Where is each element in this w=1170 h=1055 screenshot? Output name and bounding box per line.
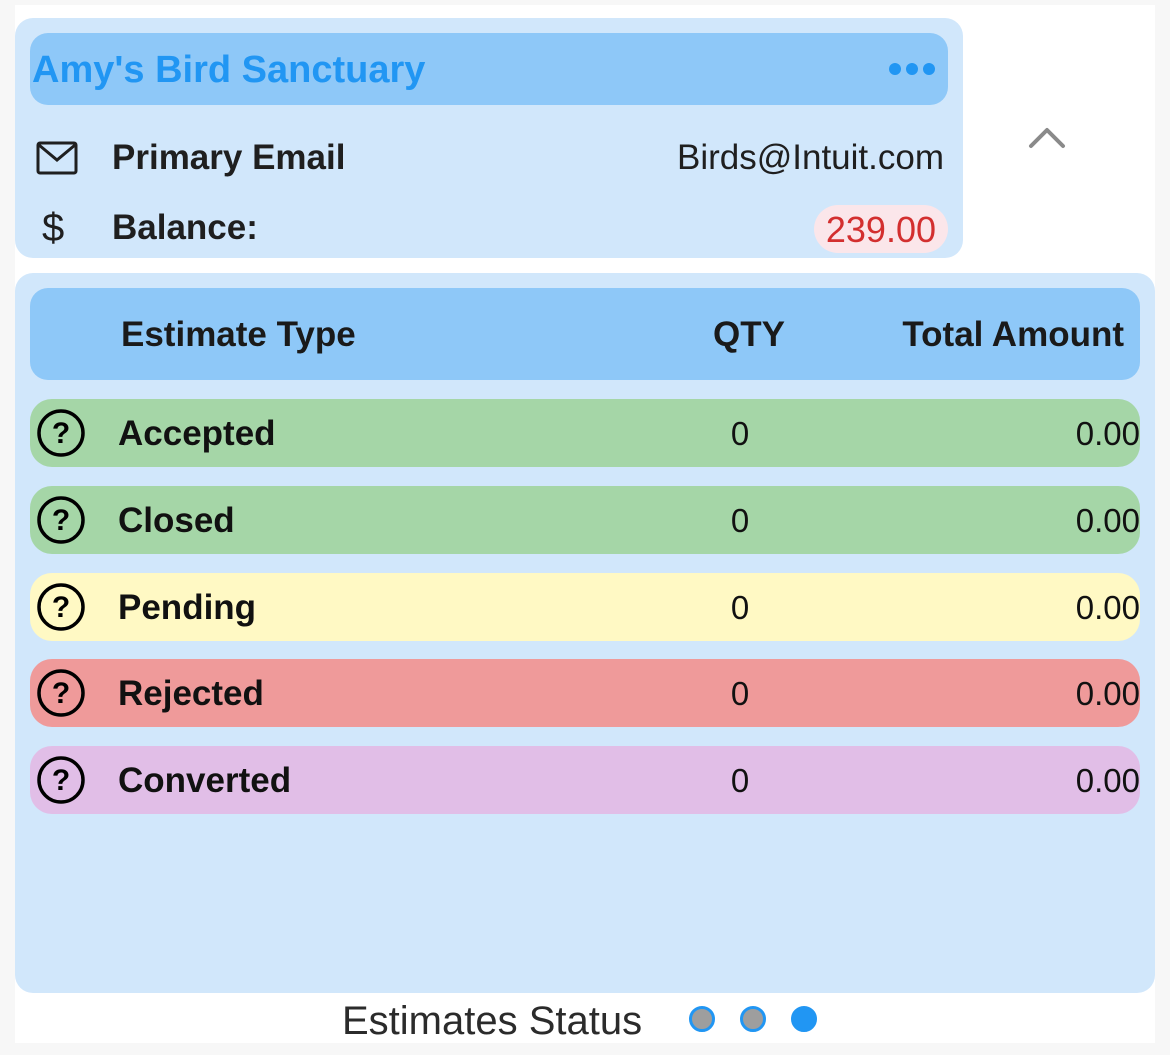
- balance-value: 239.00: [813, 205, 948, 253]
- header-estimate-type: Estimate Type: [121, 315, 356, 354]
- estimate-row-accepted[interactable]: ? Accepted 0 0.00: [30, 399, 1140, 467]
- svg-text:?: ?: [52, 677, 70, 710]
- pager-footer: Estimates Status: [0, 993, 1170, 1048]
- estimate-total-amount: 0.00: [1075, 589, 1140, 626]
- question-circle-icon: ?: [37, 669, 85, 717]
- customer-card-header: Amy's Bird Sanctuary: [30, 33, 948, 105]
- estimate-row-converted[interactable]: ? Converted 0 0.00: [30, 746, 1140, 814]
- customer-card: Amy's Bird Sanctuary Primary Email Birds…: [15, 18, 963, 258]
- estimate-total-amount: 0.00: [1075, 675, 1140, 712]
- pager-dot-3[interactable]: [791, 1006, 817, 1032]
- estimate-type-label: Accepted: [118, 414, 276, 453]
- pager-dot-1[interactable]: [689, 1006, 715, 1032]
- question-circle-icon: ?: [37, 496, 85, 544]
- estimate-total-amount: 0.00: [1075, 415, 1140, 452]
- estimate-row-closed[interactable]: ? Closed 0 0.00: [30, 486, 1140, 554]
- estimate-qty: 0: [730, 762, 750, 799]
- svg-text:?: ?: [52, 764, 70, 797]
- balance-row: $ Balance: 239.00: [30, 200, 948, 256]
- more-horizontal-icon[interactable]: [888, 61, 936, 77]
- estimate-type-label: Rejected: [118, 674, 264, 713]
- estimate-qty: 0: [730, 589, 750, 626]
- estimates-table: Estimate Type QTY Total Amount ? Accepted…: [15, 273, 1155, 993]
- envelope-icon: [36, 141, 78, 175]
- app-screen: Amy's Bird Sanctuary Primary Email Birds…: [0, 0, 1170, 1055]
- estimate-total-amount: 0.00: [1075, 502, 1140, 539]
- primary-email-label: Primary Email: [112, 138, 346, 177]
- question-circle-icon: ?: [37, 409, 85, 457]
- pager-title: Estimates Status: [342, 999, 643, 1043]
- primary-email-row: Primary Email Birds@Intuit.com: [30, 130, 948, 186]
- primary-email-value[interactable]: Birds@Intuit.com: [677, 130, 944, 186]
- estimate-type-label: Closed: [118, 501, 235, 540]
- estimate-total-amount: 0.00: [1075, 762, 1140, 799]
- estimate-row-pending[interactable]: ? Pending 0 0.00: [30, 573, 1140, 641]
- balance-label: Balance:: [112, 208, 258, 247]
- estimate-qty: 0: [730, 415, 750, 452]
- question-circle-icon: ?: [37, 756, 85, 804]
- estimate-type-label: Converted: [118, 761, 292, 800]
- pager-dot-2[interactable]: [740, 1006, 766, 1032]
- dollar-icon: $: [42, 206, 65, 250]
- estimate-row-rejected[interactable]: ? Rejected 0 0.00: [30, 659, 1140, 727]
- svg-text:?: ?: [52, 591, 70, 624]
- table-header: Estimate Type QTY Total Amount: [30, 288, 1140, 380]
- header-total-amount: Total Amount: [902, 315, 1124, 354]
- svg-text:?: ?: [52, 417, 70, 450]
- header-qty: QTY: [713, 315, 785, 354]
- customer-name[interactable]: Amy's Bird Sanctuary: [32, 33, 425, 105]
- chevron-up-icon[interactable]: [1027, 122, 1067, 152]
- estimate-qty: 0: [730, 502, 750, 539]
- estimate-qty: 0: [730, 675, 750, 712]
- svg-text:?: ?: [52, 504, 70, 537]
- estimate-type-label: Pending: [118, 588, 257, 627]
- question-circle-icon: ?: [37, 583, 85, 631]
